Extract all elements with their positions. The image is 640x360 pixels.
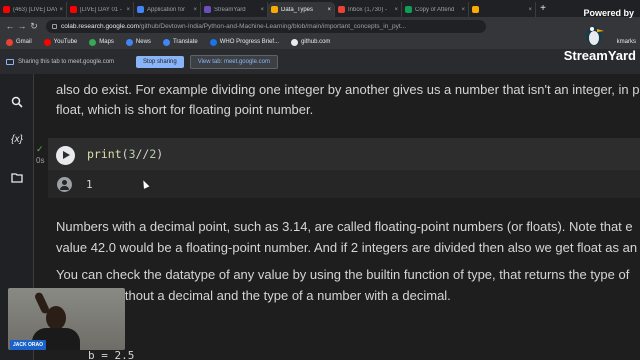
execution-success-icon: ✓: [36, 144, 44, 154]
forward-arrow-icon[interactable]: →: [16, 21, 28, 31]
bookmark-label: News: [135, 39, 151, 45]
presenter-name-tag: JACK ORAO: [10, 340, 47, 350]
browser-tab[interactable]: [LIVE] DAY 01 - ×: [67, 2, 134, 17]
code-editor[interactable]: print(3//2): [87, 147, 163, 161]
tab-title: Data_Types: [281, 6, 314, 13]
bookmark-label: Maps: [99, 39, 114, 45]
execution-time: 0s: [36, 156, 45, 165]
tab-title: (463) [LIVE] DAY: [13, 6, 58, 13]
bookmark-item[interactable]: Gmail: [6, 38, 32, 46]
bookmark-favicon-icon: [162, 38, 170, 46]
bookmark-favicon-icon: [291, 38, 299, 46]
bookmark-label: Gmail: [16, 39, 32, 45]
presenter-head: [46, 306, 66, 330]
tab-favicon-icon: [70, 6, 77, 13]
bookmark-item[interactable]: YouTube: [43, 38, 78, 46]
run-cell-button[interactable]: [56, 146, 75, 165]
tab-favicon-icon: [137, 6, 144, 13]
url-path: /github/Devtown-India/Python-and-Machine…: [139, 22, 407, 30]
bookmark-item[interactable]: github.com: [291, 38, 331, 46]
tab-favicon-icon: [3, 6, 10, 13]
close-tab-icon[interactable]: ×: [528, 7, 532, 13]
browser-tab[interactable]: Copy of Attend ×: [402, 2, 469, 17]
code-token: ): [156, 147, 164, 161]
bookmarks-bar: Gmail YouTube Maps News Translate WHO Progres…: [0, 35, 640, 50]
screen-share-icon: [6, 59, 14, 65]
bookmark-item[interactable]: WHO Progress Brief...: [209, 38, 280, 46]
lock-icon: [52, 23, 57, 29]
text-cell-line: Numbers with a decimal point, such as 3.…: [56, 219, 633, 234]
all-bookmarks-link[interactable]: kmarks: [617, 39, 636, 45]
bookmark-item[interactable]: Translate: [162, 38, 198, 46]
tab-favicon-icon: [204, 6, 211, 13]
tab-favicon-icon: [472, 6, 479, 13]
url-host: colab.research.google.com: [61, 22, 140, 30]
close-tab-icon[interactable]: ×: [461, 7, 465, 13]
search-icon[interactable]: [9, 96, 25, 112]
code-token: (: [121, 147, 129, 161]
tab-favicon-icon: [271, 6, 278, 13]
close-tab-icon[interactable]: ×: [394, 7, 398, 13]
close-tab-icon[interactable]: ×: [327, 7, 331, 13]
address-bar[interactable]: colab.research.google.com /github/Devtow…: [46, 19, 486, 33]
reload-icon[interactable]: ↻: [28, 21, 40, 32]
back-arrow-icon[interactable]: ←: [4, 21, 16, 31]
browser-tab[interactable]: Inbox (1,730) - ×: [335, 2, 402, 17]
tab-sharing-bar: Sharing this tab to meet.google.com Stop…: [0, 50, 640, 74]
bookmark-label: github.com: [301, 39, 331, 45]
output-user-icon[interactable]: [57, 177, 72, 192]
close-tab-icon[interactable]: ×: [126, 7, 130, 13]
tab-title: StreamYard: [214, 6, 246, 13]
bookmark-item[interactable]: Maps: [89, 38, 114, 46]
close-tab-icon[interactable]: ×: [260, 7, 264, 13]
bookmark-label: WHO Progress Brief...: [219, 39, 280, 45]
bookmark-label: Translate: [172, 39, 198, 45]
new-tab-button[interactable]: +: [536, 2, 550, 17]
browser-tab[interactable]: (463) [LIVE] DAY ×: [0, 2, 67, 17]
browser-tab[interactable]: Application for ×: [134, 2, 201, 17]
cell-output: [48, 170, 640, 198]
powered-by-text: Powered by: [583, 8, 634, 18]
streamyard-brand-text: StreamYard: [563, 48, 636, 63]
bookmark-favicon-icon: [43, 38, 51, 46]
text-cell-line: ithout a decimal and the type of a numbe…: [122, 288, 451, 303]
tab-title: Inbox (1,730) -: [348, 6, 388, 13]
browser-tab[interactable]: Data_Types ×: [268, 2, 335, 17]
tab-favicon-icon: [338, 6, 345, 13]
text-cell-line: You can check the datatype of any value …: [56, 267, 630, 282]
bookmark-favicon-icon: [125, 38, 133, 46]
text-cell-line: float, which is short for floating point…: [56, 102, 314, 117]
variables-icon[interactable]: {x}: [9, 134, 25, 150]
tab-title: Application for: [147, 6, 186, 13]
browser-toolbar: ← → ↻ colab.research.google.com /github/…: [0, 17, 640, 35]
tab-title: Copy of Attend: [415, 6, 455, 13]
bookmark-favicon-icon: [6, 38, 13, 46]
browser-tab[interactable]: ×: [469, 2, 536, 17]
streamyard-logo-icon: [582, 20, 606, 48]
next-code-line: b = 2.5: [88, 349, 135, 360]
code-token: 3: [128, 147, 136, 161]
bookmark-favicon-icon: [209, 38, 217, 46]
text-cell-line: also do exist. For example dividing one …: [56, 82, 640, 97]
stop-sharing-button[interactable]: Stop sharing: [136, 56, 184, 68]
output-text: 1: [86, 178, 93, 191]
bookmark-favicon-icon: [89, 38, 97, 46]
folder-icon[interactable]: [9, 172, 25, 188]
close-tab-icon[interactable]: ×: [59, 7, 63, 13]
tab-favicon-icon: [405, 6, 412, 13]
close-tab-icon[interactable]: ×: [193, 7, 197, 13]
text-cell-line: value 42.0 would be a floating-point num…: [56, 240, 638, 255]
browser-tab[interactable]: StreamYard ×: [201, 2, 268, 17]
browser-tab-strip: (463) [LIVE] DAY × [LIVE] DAY 01 - × Applica…: [0, 0, 640, 17]
code-token: print: [87, 147, 122, 161]
sharing-status-text: Sharing this tab to meet.google.com: [18, 59, 115, 65]
view-shared-tab-button[interactable]: View tab: meet.google.com: [189, 55, 278, 69]
bookmark-label: YouTube: [53, 39, 78, 45]
code-token: //: [135, 147, 150, 161]
tab-title: [LIVE] DAY 01 -: [80, 6, 122, 13]
bookmark-item[interactable]: News: [125, 38, 151, 46]
